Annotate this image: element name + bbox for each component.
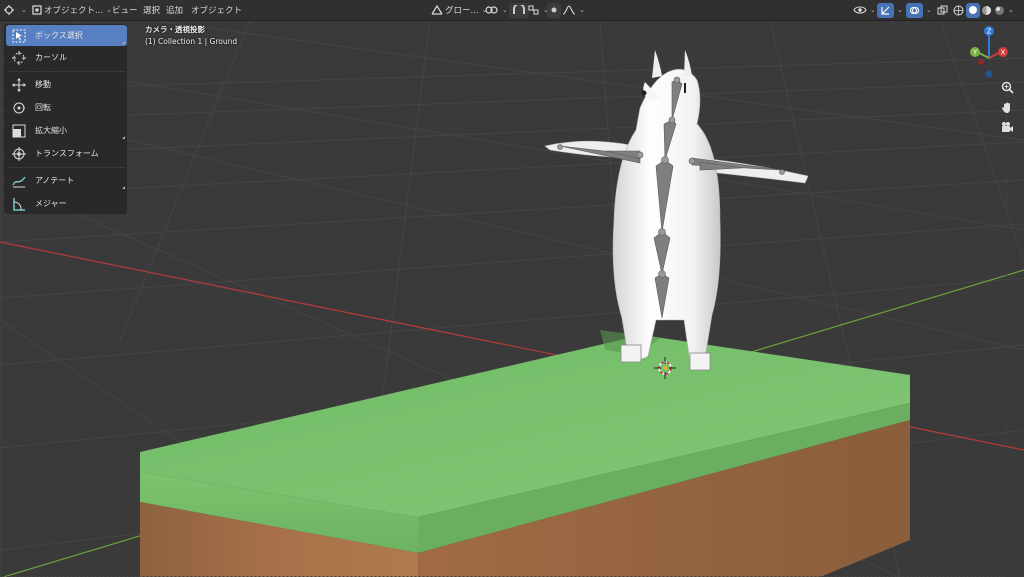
menu-add[interactable]: 追加 bbox=[166, 0, 183, 20]
tool-rotate[interactable]: 回転 bbox=[6, 97, 127, 118]
editor-type-icon bbox=[4, 4, 18, 16]
tool-separator bbox=[8, 167, 125, 168]
gizmo-neg-x-axis bbox=[978, 59, 984, 65]
menu-select[interactable]: 選択 bbox=[143, 0, 160, 20]
menu-add-label: 追加 bbox=[166, 6, 184, 16]
tool-cursor-label: カーソル bbox=[35, 53, 67, 62]
bear-eye bbox=[684, 83, 686, 93]
menu-select-label: 選択 bbox=[143, 6, 161, 16]
falloff-dropdown[interactable]: ⌄ bbox=[562, 0, 585, 20]
tool-transform-label: トランスフォーム bbox=[35, 149, 99, 158]
overlay-toggle[interactable]: ⌄ bbox=[906, 0, 932, 20]
menu-view[interactable]: ビュー bbox=[112, 0, 138, 20]
snap-increment-icon bbox=[528, 5, 540, 15]
tool-scale-label: 拡大縮小 bbox=[35, 126, 67, 135]
tool-annotate-label: アノテート bbox=[35, 176, 75, 185]
transform-icon bbox=[11, 146, 27, 162]
chevron-down-icon: ⌄ bbox=[897, 6, 903, 14]
view-name-label: カメラ・透視投影 bbox=[145, 25, 205, 34]
tool-scale[interactable]: 拡大縮小 bbox=[6, 120, 127, 141]
tool-move-label: 移動 bbox=[35, 80, 51, 89]
menu-object-label: オブジェクト bbox=[191, 6, 243, 16]
chevron-down-icon: ⌄ bbox=[579, 6, 585, 14]
visibility-dropdown[interactable]: ⌄ bbox=[853, 0, 876, 20]
chevron-down-icon: ⌄ bbox=[926, 6, 932, 14]
hand-pan-icon[interactable] bbox=[999, 99, 1015, 115]
tool-box-select[interactable]: ボックス選択 bbox=[6, 25, 127, 46]
chevron-down-icon: ⌄ bbox=[1008, 6, 1014, 14]
mode-label: オブジェクト... bbox=[44, 6, 104, 16]
gizmo-z-label: Z bbox=[987, 28, 992, 36]
tool-annotate[interactable]: アノテート bbox=[6, 170, 127, 191]
solid-shading-icon bbox=[966, 2, 980, 18]
box-select-icon bbox=[11, 28, 27, 44]
zoom-icon[interactable] bbox=[999, 79, 1015, 95]
material-shading-icon bbox=[981, 5, 992, 16]
3d-viewport[interactable]: カメラ・透視投影 (1) Collection 1 | Ground Z X Y bbox=[0, 20, 1024, 577]
tool-box-select-label: ボックス選択 bbox=[35, 31, 83, 40]
editor-type-button[interactable]: ⌄ bbox=[4, 0, 27, 20]
tool-move[interactable]: 移動 bbox=[6, 74, 127, 95]
object-mode-icon bbox=[32, 5, 42, 15]
tool-transform[interactable]: トランスフォーム bbox=[6, 143, 127, 164]
falloff-icon bbox=[562, 5, 576, 15]
gizmo-x-label: X bbox=[1001, 49, 1006, 57]
shading-solid-button[interactable] bbox=[966, 0, 980, 20]
tool-separator bbox=[8, 71, 125, 72]
tool-measure[interactable]: メジャー bbox=[6, 193, 127, 214]
pivot-dropdown[interactable]: ⌄ bbox=[485, 0, 508, 20]
chevron-down-icon: ⌄ bbox=[21, 6, 27, 14]
measure-icon bbox=[11, 196, 27, 212]
orientation-icon bbox=[431, 5, 443, 15]
menu-view-label: ビュー bbox=[112, 6, 138, 16]
camera-view-icon[interactable] bbox=[999, 119, 1015, 135]
mode-dropdown[interactable]: オブジェクト... ⌄ bbox=[32, 0, 112, 20]
orientation-dropdown[interactable]: グロー... ⌄ bbox=[431, 0, 487, 20]
chevron-down-icon: ⌄ bbox=[870, 6, 876, 14]
tool-variant-indicator bbox=[122, 41, 125, 44]
bear-nose bbox=[641, 90, 647, 96]
xray-toggle[interactable] bbox=[937, 0, 948, 20]
gizmo-y-label: Y bbox=[972, 49, 978, 57]
snap-target-dropdown[interactable]: ⌄ bbox=[528, 0, 549, 20]
viewport-scene[interactable] bbox=[0, 20, 1024, 577]
snap-toggle[interactable] bbox=[509, 0, 529, 20]
scale-icon bbox=[11, 123, 27, 139]
tool-shelf: ボックス選択 カーソル 移動 回転 拡大縮小 トランスフォーム アノテート メジ… bbox=[4, 24, 127, 214]
move-icon bbox=[11, 77, 27, 93]
tool-measure-label: メジャー bbox=[35, 199, 67, 208]
gizmo-neg-z-axis bbox=[985, 70, 993, 78]
chevron-down-icon: ⌄ bbox=[502, 6, 508, 14]
xray-icon bbox=[937, 5, 948, 16]
snap-icon bbox=[509, 2, 529, 18]
navigation-gizmo[interactable]: Z X Y bbox=[963, 24, 1011, 86]
tool-rotate-label: 回転 bbox=[35, 103, 51, 112]
collection-info-label: (1) Collection 1 | Ground bbox=[145, 37, 238, 46]
cursor-icon bbox=[11, 50, 27, 66]
pivot-icon bbox=[485, 4, 499, 16]
gizmo-toggle[interactable]: ⌄ bbox=[877, 0, 903, 20]
shading-material-button[interactable] bbox=[981, 0, 992, 20]
overlay-icon bbox=[906, 2, 923, 18]
wireframe-shading-icon bbox=[953, 5, 964, 16]
proportional-edit-toggle[interactable] bbox=[547, 0, 561, 20]
menu-object[interactable]: オブジェクト bbox=[191, 0, 242, 20]
annotate-icon bbox=[11, 173, 27, 189]
orientation-label: グロー... bbox=[445, 6, 479, 16]
blender-window: ⌄ オブジェクト... ⌄ ビュー 選択 追加 オブジェクト グロー... ⌄ … bbox=[0, 0, 1024, 577]
eye-icon bbox=[853, 5, 867, 15]
proportional-edit-icon bbox=[547, 2, 561, 18]
shading-rendered-button[interactable]: ⌄ bbox=[994, 0, 1014, 20]
viewport-header: ⌄ オブジェクト... ⌄ ビュー 選択 追加 オブジェクト グロー... ⌄ … bbox=[0, 0, 1024, 21]
rendered-shading-icon bbox=[994, 5, 1005, 16]
rotate-icon bbox=[11, 100, 27, 116]
tool-cursor[interactable]: カーソル bbox=[6, 47, 127, 68]
tool-variant-indicator bbox=[122, 186, 125, 189]
tool-variant-indicator bbox=[122, 136, 125, 139]
shading-wireframe-button[interactable] bbox=[953, 0, 964, 20]
gizmo-icon bbox=[877, 2, 894, 18]
